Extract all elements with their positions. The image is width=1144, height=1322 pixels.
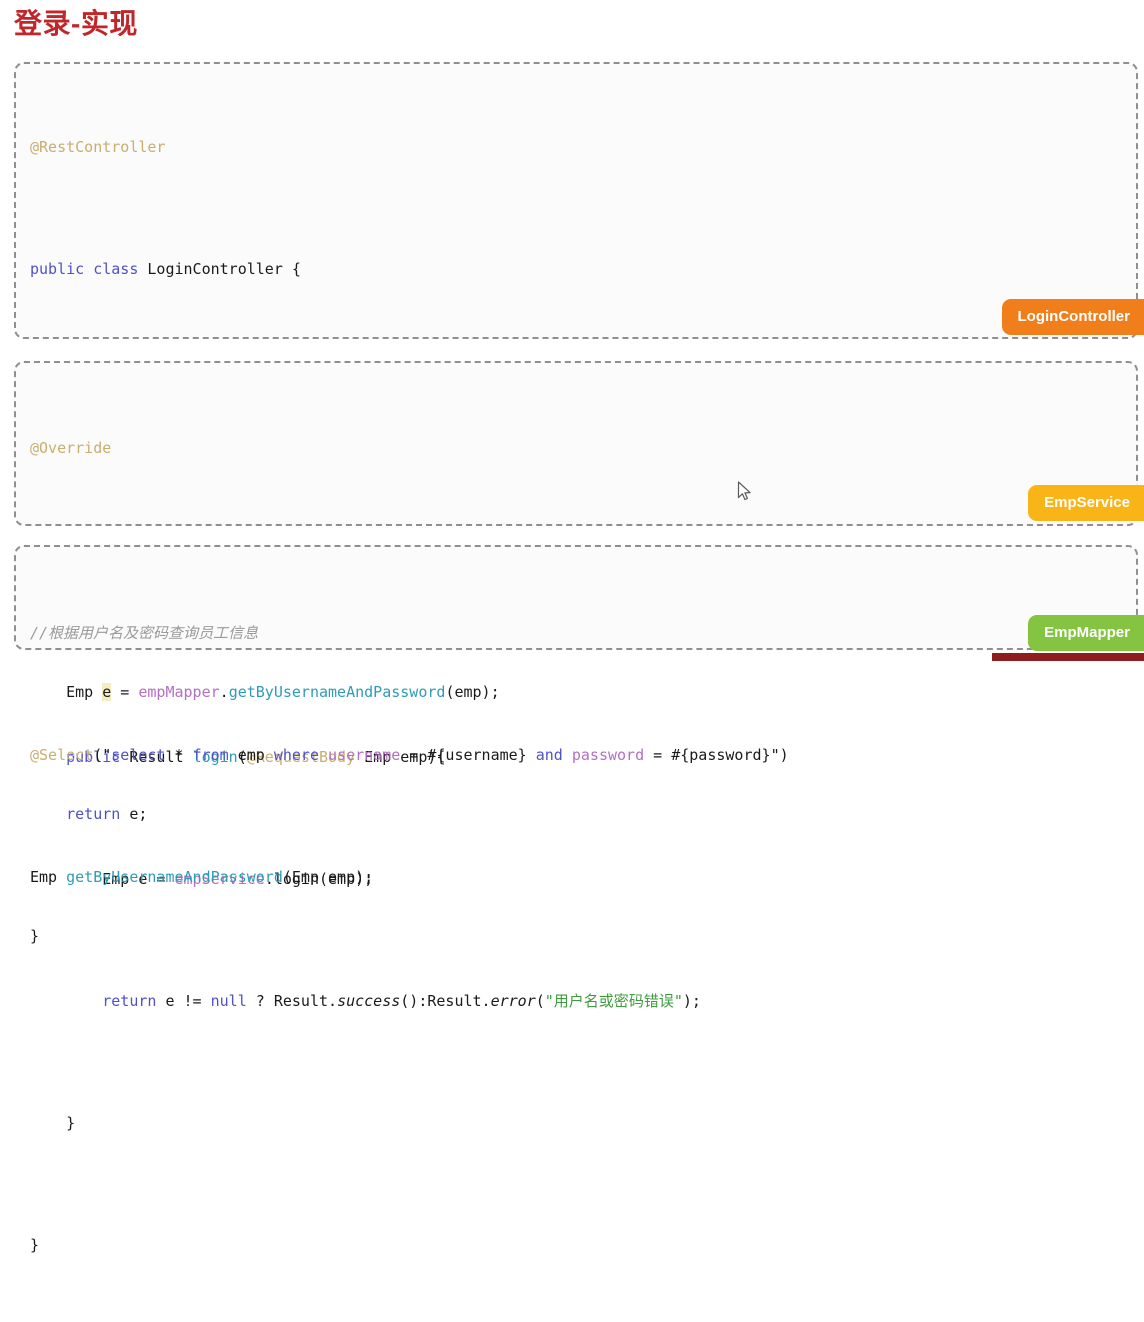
page-title: 登录-实现 (14, 4, 138, 44)
code-line: @RestController (30, 132, 1136, 163)
class-name: LoginController { (138, 260, 301, 278)
sql-keyword-from: from (193, 746, 229, 764)
annotation-override: @Override (30, 439, 111, 457)
punctuation: ") (771, 746, 789, 764)
code-block-emp-mapper: //根据用户名及密码查询员工信息 @Select("select * from … (14, 545, 1138, 650)
space (563, 746, 572, 764)
sql-keyword-and: and (536, 746, 563, 764)
annotation-select: @Select (30, 746, 93, 764)
code-line: @Select("select * from emp where usernam… (30, 740, 1136, 771)
space (319, 746, 328, 764)
code-block-login-controller: @RestController public class LoginContro… (14, 62, 1138, 339)
annotation-restcontroller: @RestController (30, 138, 165, 156)
comment-line: //根据用户名及密码查询员工信息 (30, 624, 258, 642)
badge-login-controller: LoginController (1002, 299, 1144, 335)
code-block-emp-service: @Override public Emp login(Emp emp) { Em… (14, 361, 1138, 526)
keyword: public class (30, 260, 138, 278)
sql-param-password: = #{password} (644, 746, 770, 764)
code-line: //根据用户名及密码查询员工信息 (30, 618, 1136, 649)
bottom-accent-bar (992, 653, 1144, 661)
punctuation: (" (93, 746, 111, 764)
code-line: } (30, 1230, 1136, 1261)
sql-column-username: username (328, 746, 400, 764)
brace: } (30, 1236, 39, 1254)
badge-emp-service: EmpService (1028, 485, 1144, 521)
sql-column-password: password (572, 746, 644, 764)
code-line: @Override (30, 433, 1136, 464)
sql-table: emp (229, 746, 274, 764)
code-content-emp-mapper[interactable]: //根据用户名及密码查询员工信息 @Select("select * from … (16, 547, 1136, 962)
method-name: getByUsernameAndPassword (66, 868, 283, 886)
sql-keyword-where: where (274, 746, 319, 764)
code-line: public class LoginController { (30, 254, 1136, 285)
params: (Emp emp); (283, 868, 373, 886)
code-line: Emp getByUsernameAndPassword(Emp emp); (30, 862, 1136, 893)
sql-param-username: = #{username} (400, 746, 535, 764)
code-line: } (30, 1108, 1136, 1139)
sql-keyword-select: select (111, 746, 165, 764)
brace: } (66, 1114, 75, 1132)
type-name: Emp (30, 868, 66, 886)
badge-emp-mapper: EmpMapper (1028, 615, 1144, 651)
sql-star: * (165, 746, 192, 764)
